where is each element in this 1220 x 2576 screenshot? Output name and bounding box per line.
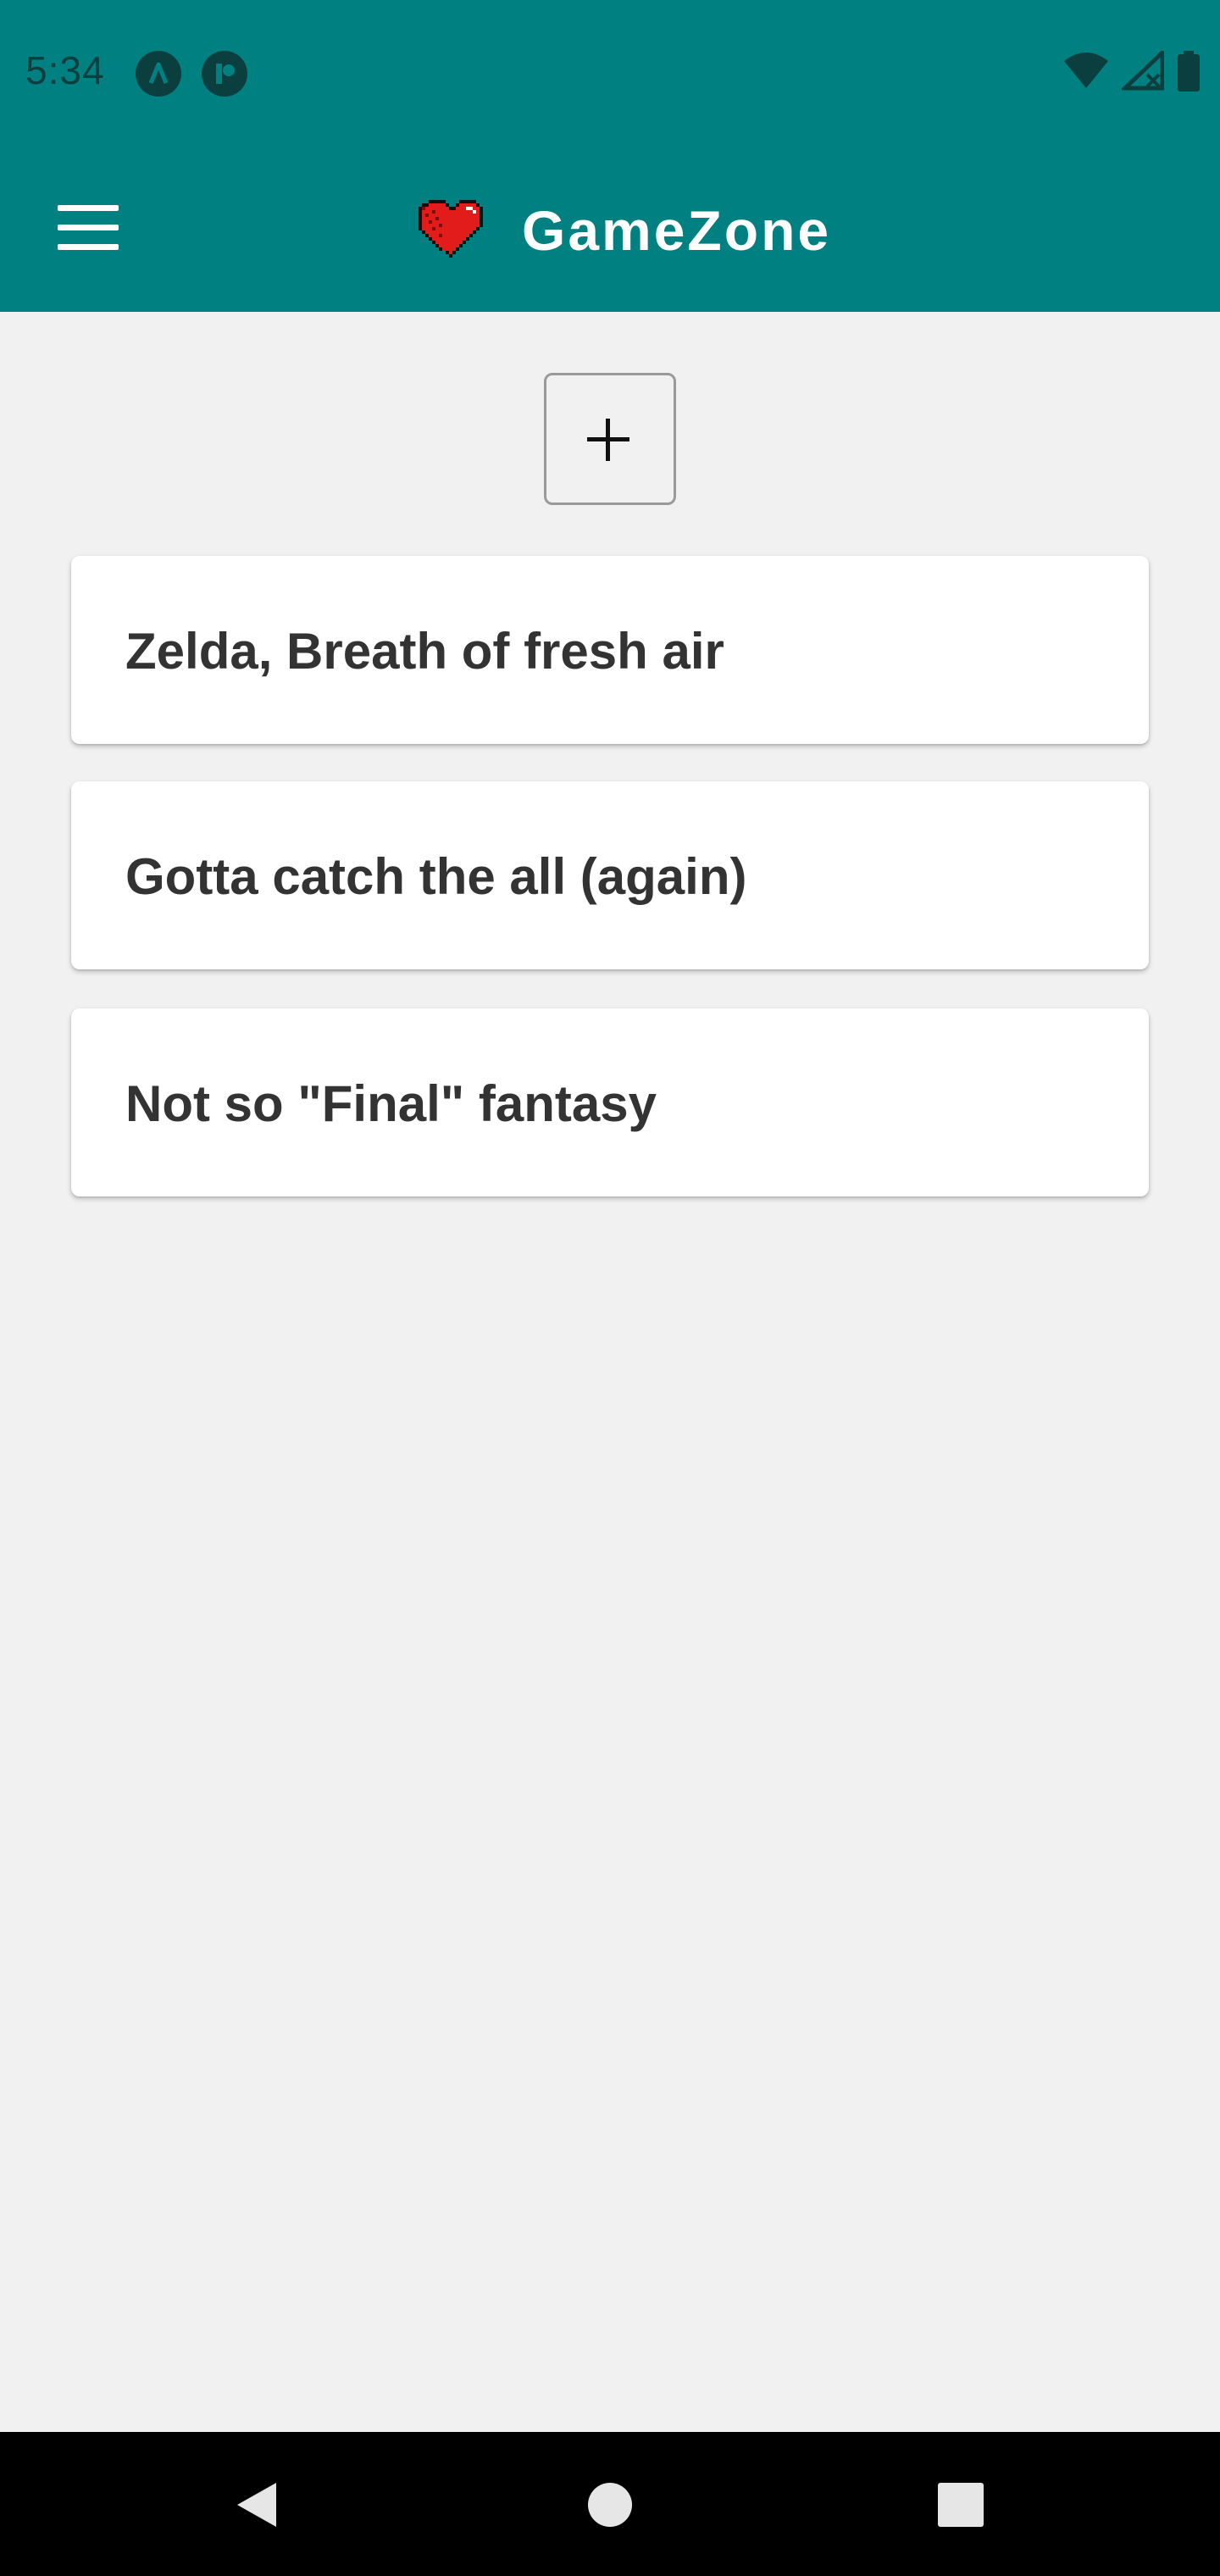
signal-icon xyxy=(1119,47,1165,96)
system-nav-bar xyxy=(0,2432,1220,2576)
status-bar: 5:34 xyxy=(0,0,1220,144)
app-b-icon xyxy=(202,51,247,97)
app-title: GameZone xyxy=(522,199,832,262)
recents-icon[interactable] xyxy=(876,2432,1045,2576)
card-title: Gotta catch the all (again) xyxy=(125,848,747,905)
app-bar: GameZone xyxy=(0,144,1220,312)
plus-icon xyxy=(587,419,629,461)
status-icons xyxy=(1062,47,1201,96)
card-title: Zelda, Breath of fresh air xyxy=(125,623,724,680)
battery-icon xyxy=(1176,50,1201,96)
back-icon[interactable] xyxy=(169,2432,339,2576)
wifi-icon xyxy=(1062,51,1110,96)
game-card[interactable]: Not so "Final" fantasy xyxy=(71,1008,1149,1196)
screen: 5:34 GameZone Zelda, Breath of fresh air… xyxy=(0,0,1220,2576)
status-time: 5:34 xyxy=(25,48,105,92)
hamburger-menu-icon[interactable] xyxy=(53,198,124,256)
brand: GameZone xyxy=(412,190,831,271)
game-card[interactable]: Zelda, Breath of fresh air xyxy=(71,556,1149,744)
app-a-icon xyxy=(136,51,181,97)
pixel-heart-icon xyxy=(419,200,483,258)
home-icon[interactable] xyxy=(525,2432,695,2576)
game-card[interactable]: Gotta catch the all (again) xyxy=(71,781,1149,969)
add-game-button[interactable] xyxy=(544,373,676,505)
card-title: Not so "Final" fantasy xyxy=(125,1075,657,1132)
